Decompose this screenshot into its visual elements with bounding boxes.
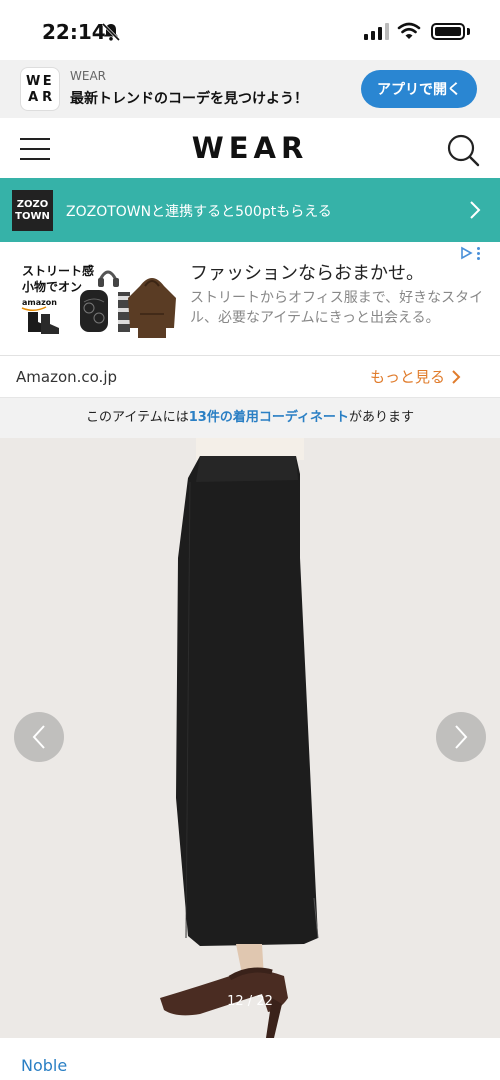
app-icon-letter: E: [42, 73, 52, 89]
notice-prefix: このアイテムには: [86, 410, 189, 425]
ad-body-text: ストリートからオフィス服まで、好きなスタイル、必要なアイテムにきっと出会える。: [190, 290, 484, 326]
product-photo: [0, 438, 500, 1038]
app-install-banner[interactable]: W E A R WEAR 最新トレンドのコーデを見つけよう！ アプリで開く: [0, 60, 500, 118]
zozotown-logo-line1: ZOZO: [16, 199, 49, 210]
ad-image-caption-1: ストリート感: [22, 264, 95, 278]
open-in-app-button[interactable]: アプリで開く: [361, 70, 477, 108]
status-time: 22:14: [42, 20, 106, 44]
carousel-total: 22: [256, 994, 273, 1009]
wifi-icon: [397, 22, 421, 39]
carousel-next-button[interactable]: [436, 712, 486, 762]
carousel-current: 12: [227, 994, 244, 1009]
chevron-left-icon: [32, 725, 45, 749]
site-logo[interactable]: WEAR: [0, 131, 500, 165]
app-icon-letter: R: [42, 89, 53, 105]
app-icon-letter: W: [26, 73, 41, 89]
ad-image-caption-2: 小物でオン: [22, 280, 83, 294]
coordinate-count-notice: このアイテムには13件の着用コーディネートがあります: [0, 398, 500, 438]
site-header: WEAR: [0, 118, 500, 178]
ad-badges[interactable]: [459, 246, 480, 260]
ad-more-options-icon[interactable]: [477, 246, 480, 260]
battery-tip: [467, 28, 470, 35]
product-image-carousel[interactable]: 12 / 22: [0, 438, 500, 1038]
notice-suffix: があります: [348, 410, 414, 425]
ad-domain: Amazon.co.jp: [16, 368, 118, 386]
zozotown-link-banner[interactable]: ZOZO TOWN ZOZOTOWNと連携すると500ptもらえる: [0, 178, 500, 242]
carousel-counter: 12 / 22: [0, 994, 500, 1009]
chevron-right-icon: [455, 725, 468, 749]
amazon-ad[interactable]: ストリート感 小物でオン amazon ファッションならおまかせ。 ストリートか…: [0, 242, 500, 398]
search-icon[interactable]: [446, 133, 480, 167]
chevron-right-icon: [452, 369, 461, 384]
chevron-right-icon: [470, 201, 481, 219]
ad-learn-more-label: もっと見る: [370, 368, 446, 386]
status-bar: 22:14: [0, 0, 500, 60]
ad-headline[interactable]: ファッションならおまかせ。: [190, 259, 424, 285]
app-icon-letter: A: [28, 89, 39, 105]
zozotown-link-text: ZOZOTOWNと連携すると500ptもらえる: [66, 204, 332, 220]
carousel-prev-button[interactable]: [14, 712, 64, 762]
zozotown-logo: ZOZO TOWN: [12, 190, 53, 231]
brand-link[interactable]: Noble: [21, 1056, 67, 1075]
adchoices-icon[interactable]: [459, 246, 473, 260]
app-name: WEAR: [70, 69, 106, 83]
ad-learn-more-link[interactable]: もっと見る: [370, 366, 461, 387]
ad-image-amazon-logo: amazon: [22, 298, 57, 307]
battery-icon: [431, 23, 465, 40]
zozotown-logo-line2: TOWN: [15, 210, 50, 222]
app-tagline: 最新トレンドのコーデを見つけよう！: [70, 91, 308, 107]
coordinate-count-link[interactable]: 13件の着用コーディネート: [189, 410, 349, 425]
bell-slash-icon: [101, 22, 121, 42]
ad-divider: [0, 355, 500, 356]
carousel-separator: /: [247, 994, 253, 1009]
signal-icon: [364, 22, 389, 40]
wear-app-icon: W E A R: [20, 67, 60, 111]
